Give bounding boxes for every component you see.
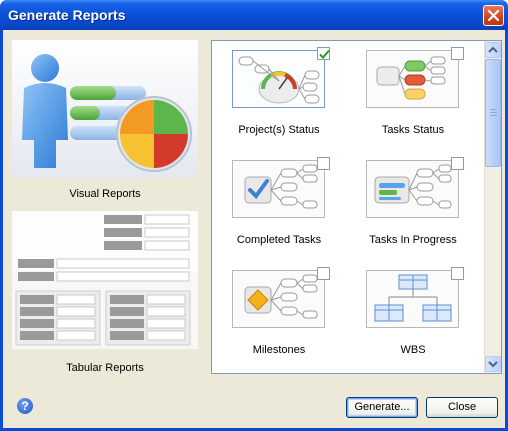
projects-status-checkbox[interactable] [317, 47, 330, 60]
window-title: Generate Reports [8, 7, 126, 23]
report-label-tasks-status: Tasks Status [381, 124, 445, 136]
report-tile-completed-tasks[interactable] [232, 157, 330, 218]
tabular-reports-label: Tabular Reports [66, 362, 144, 374]
help-icon[interactable]: ? [17, 398, 33, 414]
chevron-down-icon [488, 361, 498, 368]
report-list[interactable]: Project(s) Status Tasks Status Completed… [211, 40, 502, 374]
generate-button[interactable]: Generate... [346, 397, 418, 418]
report-label-projects-status: Project(s) Status [238, 124, 320, 136]
report-tile-wbs[interactable] [366, 267, 464, 328]
report-label-completed-tasks: Completed Tasks [236, 234, 322, 246]
scroll-down-button[interactable] [485, 356, 501, 372]
tasks-status-icon [366, 50, 459, 108]
scroll-up-button[interactable] [485, 42, 501, 58]
vertical-scrollbar[interactable] [484, 41, 501, 373]
tasks-status-checkbox[interactable] [451, 47, 464, 60]
wbs-checkbox[interactable] [451, 267, 464, 280]
report-tile-milestones[interactable] [232, 267, 330, 328]
report-tile-tasks-in-progress[interactable] [366, 157, 464, 218]
close-icon [487, 9, 500, 22]
dialog-body: Visual Reports Tabular Reports Project(s… [3, 30, 505, 428]
report-label-wbs: WBS [400, 344, 426, 356]
close-button[interactable]: Close [426, 397, 498, 418]
tasks-in-progress-checkbox[interactable] [451, 157, 464, 170]
completed-tasks-checkbox[interactable] [317, 157, 330, 170]
generate-reports-window: Generate Reports Visual Reports Tabular … [0, 0, 508, 431]
close-window-button[interactable] [483, 5, 504, 26]
milestone-diamond-icon [232, 270, 325, 328]
wbs-tree-icon [366, 270, 459, 328]
milestones-checkbox[interactable] [317, 267, 330, 280]
visual-reports-thumbnail[interactable] [12, 40, 198, 178]
status-gauge-icon [232, 50, 325, 108]
tabular-reports-thumbnail[interactable] [12, 211, 198, 349]
visual-reports-label: Visual Reports [69, 188, 141, 200]
report-tile-tasks-status[interactable] [366, 47, 464, 108]
scroll-thumb[interactable] [485, 59, 501, 167]
progress-bars-icon [366, 160, 459, 218]
title-bar[interactable]: Generate Reports [0, 0, 508, 30]
report-label-milestones: Milestones [252, 344, 306, 356]
report-tile-projects-status[interactable] [232, 47, 330, 108]
report-label-tasks-in-progress: Tasks In Progress [369, 234, 457, 246]
completed-check-icon [232, 160, 325, 218]
chevron-up-icon [488, 46, 498, 53]
